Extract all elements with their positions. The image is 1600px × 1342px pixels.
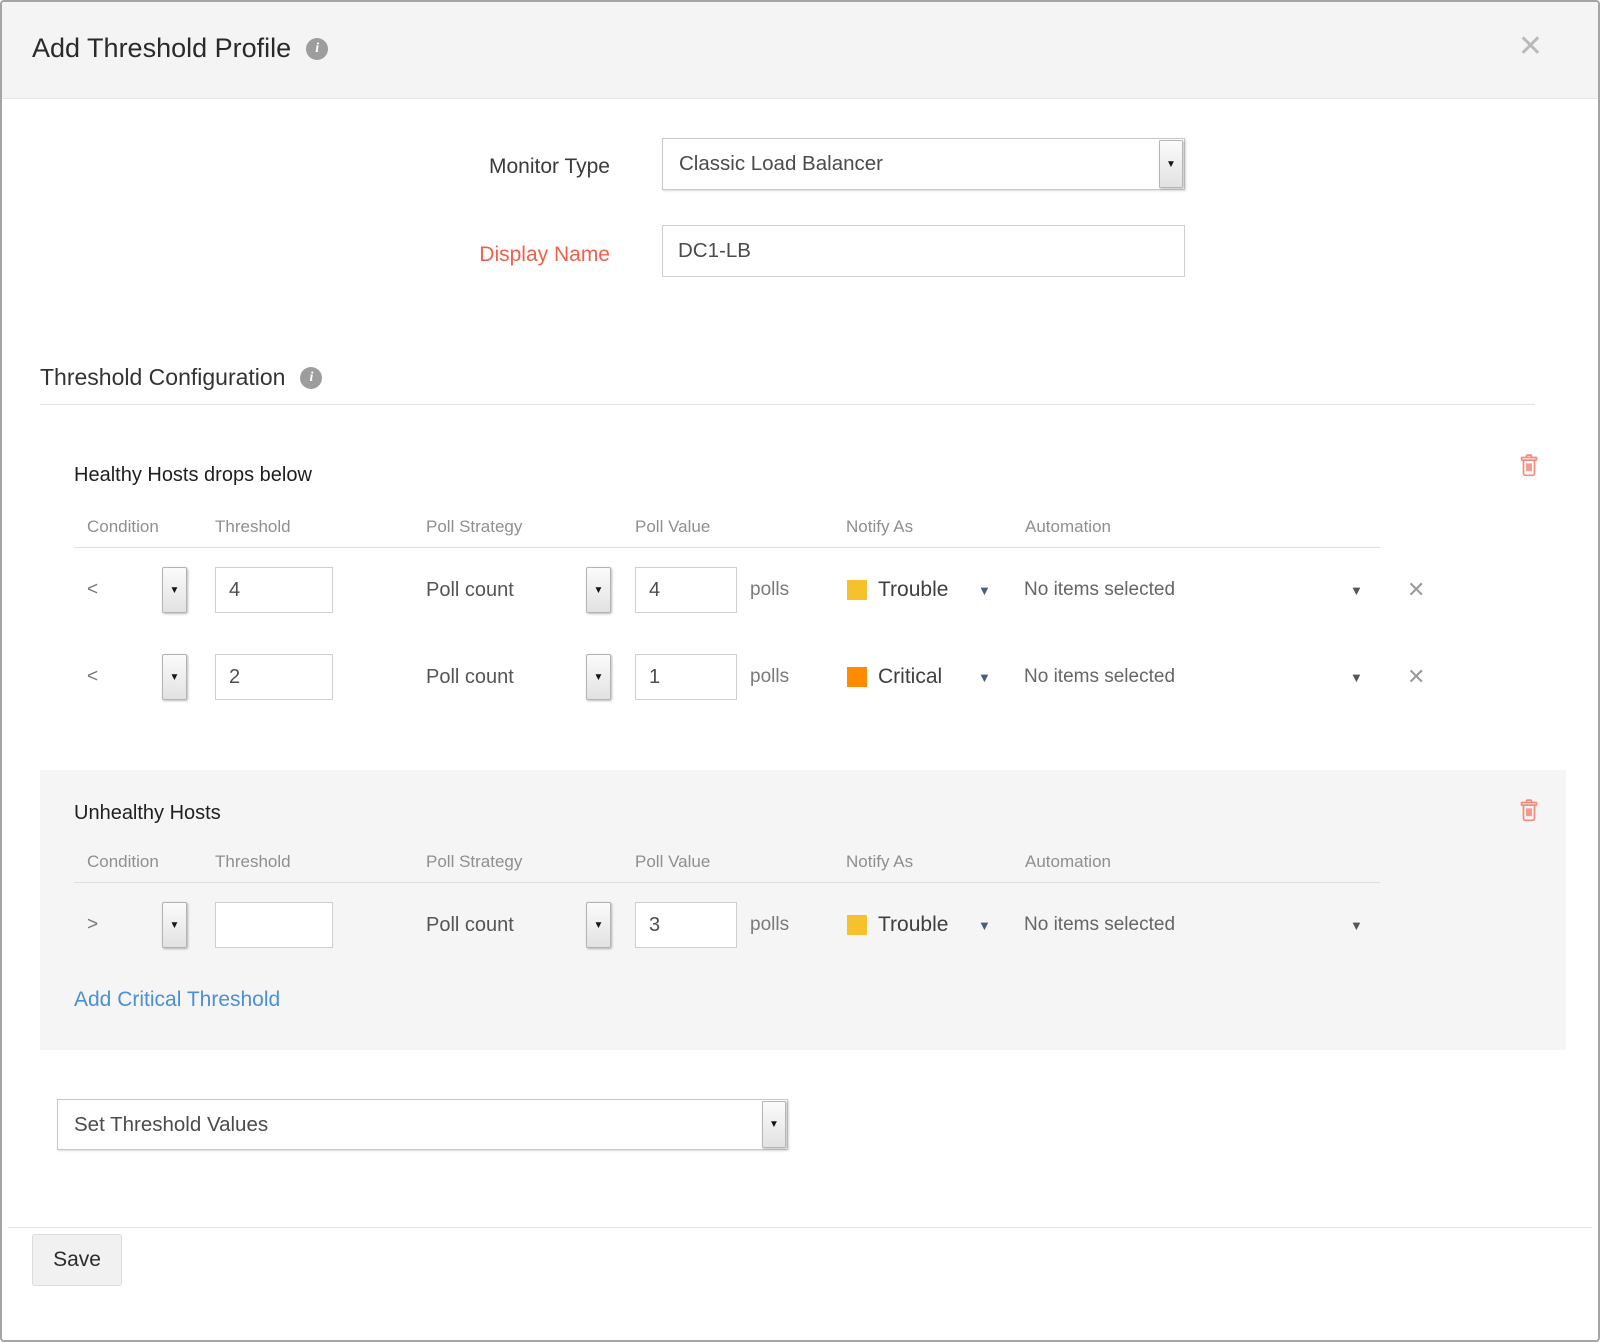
poll-unit-label: polls (750, 654, 789, 700)
threshold-input[interactable] (215, 654, 333, 700)
poll-value-input[interactable] (635, 654, 737, 700)
automation-select[interactable]: No items selected ▼ (1024, 567, 1369, 613)
col-poll-strategy: Poll Strategy (426, 852, 522, 872)
poll-value-input[interactable] (635, 902, 737, 948)
threshold-row: < ▼ Poll count ▼ polls Critical ▼ No ite… (2, 654, 1598, 700)
threshold-row: > ▼ Poll count ▼ polls Trouble ▼ No item… (2, 902, 1598, 948)
notify-as-select[interactable]: Critical ▼ (847, 654, 997, 700)
footer-divider (8, 1227, 1592, 1228)
chevron-down-icon: ▼ (162, 567, 187, 613)
col-automation: Automation (1025, 852, 1111, 872)
poll-strategy-value: Poll count (426, 654, 514, 700)
chevron-down-icon: ▼ (586, 654, 611, 700)
poll-strategy-select[interactable]: Poll count ▼ (426, 567, 611, 613)
col-threshold: Threshold (215, 852, 291, 872)
section-divider (40, 404, 1535, 405)
col-notify-as: Notify As (846, 517, 913, 537)
delete-section-icon[interactable] (1517, 452, 1541, 478)
delete-section-icon[interactable] (1517, 797, 1541, 823)
chevron-down-icon: ▼ (162, 902, 187, 948)
healthy-hosts-title: Healthy Hosts drops below (74, 464, 312, 487)
table-header-line (74, 547, 1380, 548)
threshold-input[interactable] (215, 567, 333, 613)
notify-as-value: Trouble (878, 567, 948, 613)
monitor-type-select[interactable]: Classic Load Balancer ▼ (662, 138, 1185, 190)
poll-value-input[interactable] (635, 567, 737, 613)
info-icon[interactable]: i (306, 38, 328, 60)
add-threshold-profile-dialog: Add Threshold Profile i ✕ Monitor Type C… (0, 0, 1600, 1342)
col-notify-as: Notify As (846, 852, 913, 872)
threshold-configuration-title-wrap: Threshold Configuration i (40, 364, 322, 391)
notify-as-select[interactable]: Trouble ▼ (847, 902, 997, 948)
dialog-title-wrap: Add Threshold Profile i (32, 33, 328, 64)
threshold-row: < ▼ Poll count ▼ polls Trouble ▼ No item… (2, 567, 1598, 613)
display-name-input[interactable] (662, 225, 1185, 277)
chevron-down-icon: ▼ (978, 567, 991, 613)
severity-color-swatch (847, 580, 867, 600)
chevron-down-icon: ▼ (978, 654, 991, 700)
remove-row-icon[interactable]: ✕ (1407, 654, 1425, 700)
notify-as-select[interactable]: Trouble ▼ (847, 567, 997, 613)
set-threshold-values-select[interactable]: Set Threshold Values ▼ (57, 1099, 788, 1150)
monitor-type-label: Monitor Type (302, 155, 610, 179)
col-automation: Automation (1025, 517, 1111, 537)
remove-row-icon[interactable]: ✕ (1407, 567, 1425, 613)
chevron-down-icon: ▼ (586, 902, 611, 948)
dialog-header: Add Threshold Profile i ✕ (2, 2, 1598, 99)
add-critical-threshold-link[interactable]: Add Critical Threshold (74, 988, 280, 1012)
col-condition: Condition (87, 517, 159, 537)
save-button[interactable]: Save (32, 1234, 122, 1286)
automation-select[interactable]: No items selected ▼ (1024, 902, 1369, 948)
condition-select[interactable]: < ▼ (87, 567, 187, 613)
chevron-down-icon: ▼ (586, 567, 611, 613)
chevron-down-icon: ▼ (978, 902, 991, 948)
threshold-configuration-title: Threshold Configuration (40, 364, 285, 391)
unhealthy-hosts-title: Unhealthy Hosts (74, 802, 221, 825)
notify-as-value: Critical (878, 654, 942, 700)
poll-strategy-value: Poll count (426, 567, 514, 613)
col-condition: Condition (87, 852, 159, 872)
col-poll-value: Poll Value (635, 852, 710, 872)
threshold-input[interactable] (215, 902, 333, 948)
poll-unit-label: polls (750, 567, 789, 613)
poll-strategy-value: Poll count (426, 902, 514, 948)
chevron-down-icon: ▼ (762, 1101, 786, 1148)
poll-unit-label: polls (750, 902, 789, 948)
notify-as-value: Trouble (878, 902, 948, 948)
poll-strategy-select[interactable]: Poll count ▼ (426, 902, 611, 948)
condition-value: < (87, 567, 98, 613)
monitor-type-value: Classic Load Balancer (679, 139, 883, 189)
condition-select[interactable]: < ▼ (87, 654, 187, 700)
col-threshold: Threshold (215, 517, 291, 537)
condition-value: > (87, 902, 98, 948)
info-icon[interactable]: i (300, 367, 322, 389)
chevron-down-icon: ▼ (1350, 902, 1363, 948)
display-name-label: Display Name (302, 243, 610, 267)
chevron-down-icon: ▼ (1159, 140, 1183, 188)
poll-strategy-select[interactable]: Poll count ▼ (426, 654, 611, 700)
automation-value: No items selected (1024, 902, 1175, 948)
close-icon[interactable]: ✕ (1518, 32, 1543, 62)
dialog-title: Add Threshold Profile (32, 33, 291, 64)
severity-color-swatch (847, 667, 867, 687)
unhealthy-column-headers: Condition Threshold Poll Strategy Poll V… (2, 852, 1598, 872)
automation-value: No items selected (1024, 654, 1175, 700)
automation-value: No items selected (1024, 567, 1175, 613)
chevron-down-icon: ▼ (162, 654, 187, 700)
col-poll-strategy: Poll Strategy (426, 517, 522, 537)
condition-select[interactable]: > ▼ (87, 902, 187, 948)
healthy-column-headers: Condition Threshold Poll Strategy Poll V… (2, 517, 1598, 537)
chevron-down-icon: ▼ (1350, 654, 1363, 700)
col-poll-value: Poll Value (635, 517, 710, 537)
chevron-down-icon: ▼ (1350, 567, 1363, 613)
table-header-line (74, 882, 1380, 883)
condition-value: < (87, 654, 98, 700)
severity-color-swatch (847, 915, 867, 935)
set-threshold-values-value: Set Threshold Values (74, 1100, 268, 1149)
automation-select[interactable]: No items selected ▼ (1024, 654, 1369, 700)
